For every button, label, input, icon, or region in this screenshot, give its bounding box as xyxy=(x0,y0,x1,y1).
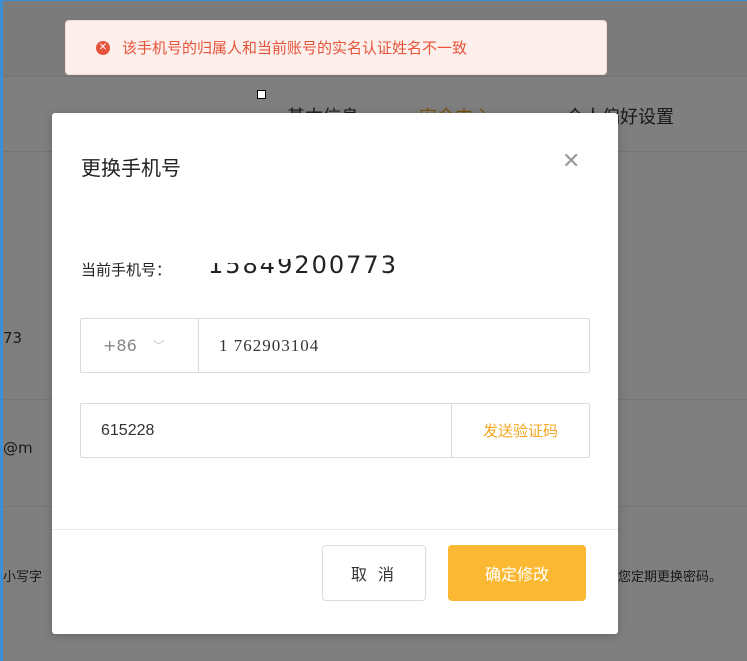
verification-code-input[interactable] xyxy=(81,404,451,457)
toast-message: 该手机号的归属人和当前账号的实名认证姓名不一致 xyxy=(122,39,468,57)
close-circle-icon: ✕ xyxy=(96,40,110,55)
confirm-button[interactable]: 确定修改 xyxy=(448,545,586,601)
resize-handle[interactable] xyxy=(257,90,266,99)
phone-field-group: +86 ﹀ xyxy=(80,318,590,373)
chevron-down-icon: ﹀ xyxy=(152,339,165,353)
error-toast: ✕ 该手机号的归属人和当前账号的实名认证姓名不一致 xyxy=(65,20,607,75)
country-code-select[interactable]: +86 ﹀ xyxy=(81,319,199,372)
redaction-mask xyxy=(200,247,272,263)
send-code-button[interactable]: 发送验证码 xyxy=(451,404,589,457)
footer-divider xyxy=(52,529,618,530)
current-phone-label: 当前手机号： xyxy=(81,261,172,279)
cancel-button[interactable]: 取 消 xyxy=(322,545,426,601)
country-code-value: +86 xyxy=(103,336,137,355)
close-icon[interactable]: ✕ xyxy=(562,151,580,173)
dialog-title: 更换手机号 xyxy=(81,156,181,180)
change-phone-dialog: 更换手机号 ✕ 当前手机号： 15849200773 +86 ﹀ 发送验证码 取… xyxy=(52,113,618,634)
verify-code-group: 发送验证码 xyxy=(80,403,590,458)
new-phone-input[interactable] xyxy=(199,319,589,372)
redaction-mask xyxy=(270,247,292,259)
